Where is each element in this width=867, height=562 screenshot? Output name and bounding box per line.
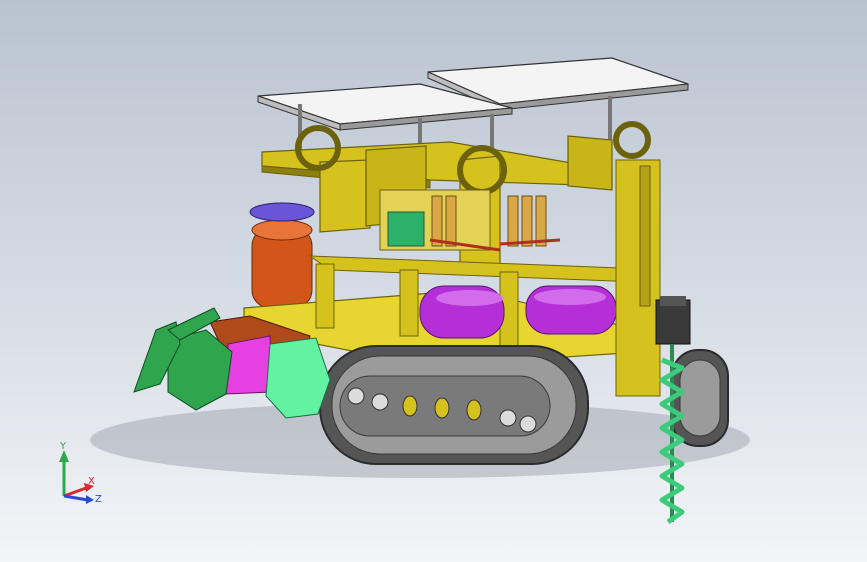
rear-track[interactable] bbox=[671, 349, 729, 447]
cad-viewport[interactable] bbox=[0, 0, 867, 562]
z-axis-label: Z bbox=[95, 494, 102, 505]
y-axis-label: Y bbox=[59, 441, 67, 452]
orange-cylinder[interactable] bbox=[249, 202, 315, 309]
main-track[interactable] bbox=[319, 345, 589, 465]
x-axis-label: X bbox=[88, 476, 95, 487]
coordinate-triad: Y X Z bbox=[59, 441, 102, 505]
electronics-compartment[interactable] bbox=[379, 189, 561, 252]
z-axis-arrow bbox=[63, 494, 89, 502]
z-axis-head bbox=[86, 495, 94, 504]
x-axis-arrow bbox=[63, 486, 87, 498]
